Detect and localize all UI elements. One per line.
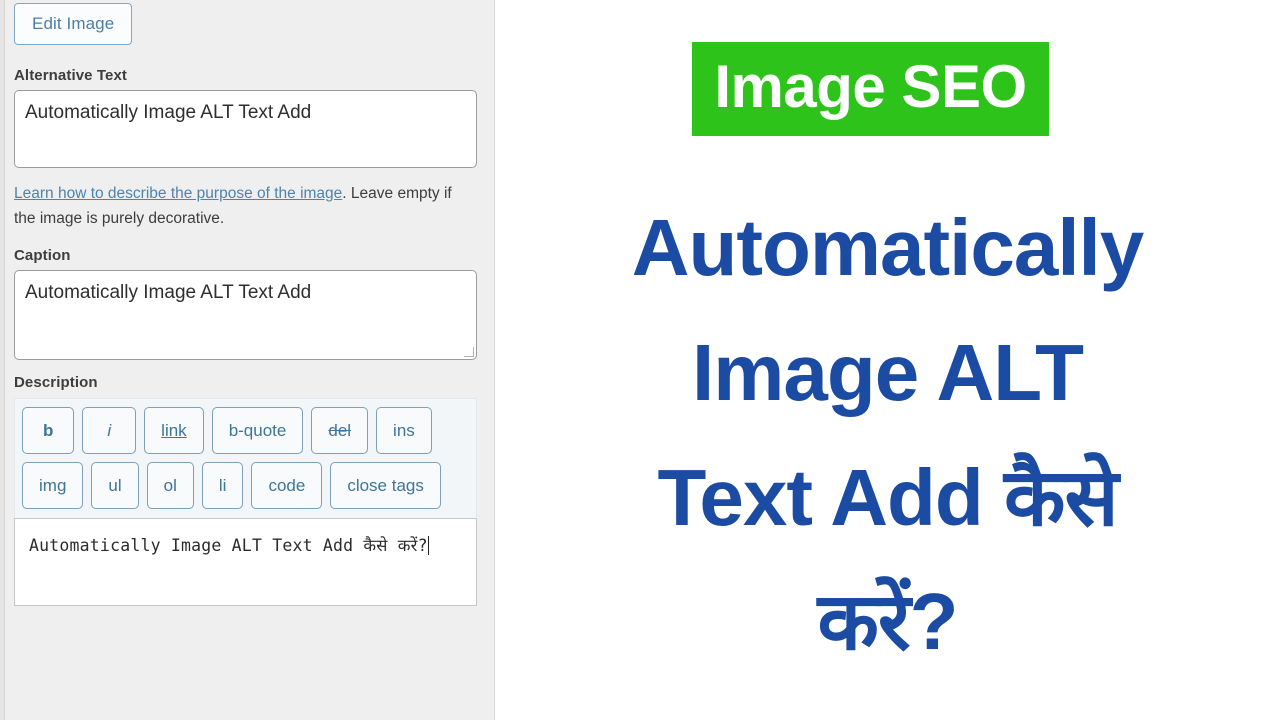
image-seo-badge: Image SEO [692, 42, 1049, 136]
toolbar-button-code[interactable]: code [251, 462, 323, 510]
alternative-text-label: Alternative Text [14, 67, 128, 84]
toolbar-button-img[interactable]: img [22, 462, 84, 510]
text-cursor [427, 536, 429, 556]
alternative-text-input[interactable]: Automatically Image ALT Text Add [14, 90, 477, 168]
toolbar-button-b-quote[interactable]: b-quote [211, 407, 304, 455]
alt-text-help: Learn how to describe the purpose of the… [14, 181, 459, 231]
promo-title-line-3: Text Add कैसे [657, 452, 1118, 542]
caption-label: Caption [14, 247, 71, 265]
media-attachment-details-panel: Edit Image Alternative Text Automaticall… [0, 0, 495, 720]
promo-title-line-4: करें? [817, 577, 958, 667]
toolbar-button-del[interactable]: del [311, 407, 369, 455]
screenshot-root: Edit Image Alternative Text Automaticall… [0, 0, 1280, 720]
description-label: Description [14, 374, 98, 392]
promo-title-line-2: Image ALT [691, 327, 1084, 417]
toolbar-button-italic[interactable]: i [82, 407, 137, 455]
description-editor-toolbar: b i link b-quote del ins img ul ol li co… [14, 398, 477, 519]
toolbar-button-ins[interactable]: ins [376, 407, 432, 455]
describe-purpose-link[interactable]: Learn how to describe the purpose of the… [14, 185, 342, 202]
toolbar-button-bold[interactable]: b [22, 407, 75, 455]
toolbar-button-ul[interactable]: ul [91, 462, 139, 510]
panel-left-edge-strip [0, 0, 5, 720]
toolbar-button-li[interactable]: li [201, 462, 244, 510]
caption-textarea[interactable]: Automatically Image ALT Text Add [14, 270, 477, 361]
toolbar-button-close-tags[interactable]: close tags [330, 462, 441, 510]
edit-image-button[interactable]: Edit Image [14, 3, 133, 45]
promo-title-line-1: Automatically [631, 203, 1145, 292]
promo-card: Image SEO Automatically Image ALT Text A… [495, 0, 1280, 720]
description-textarea[interactable]: Automatically Image ALT Text Add कैसे कर… [14, 518, 477, 607]
image-seo-badge-label: Image SEO [714, 53, 1027, 120]
toolbar-button-ol[interactable]: ol [146, 462, 194, 510]
description-textarea-value: Automatically Image ALT Text Add कैसे कर… [29, 536, 428, 556]
promo-title: Automatically Image ALT Text Add कैसे कर… [495, 186, 1280, 685]
toolbar-button-link[interactable]: link [144, 407, 204, 455]
